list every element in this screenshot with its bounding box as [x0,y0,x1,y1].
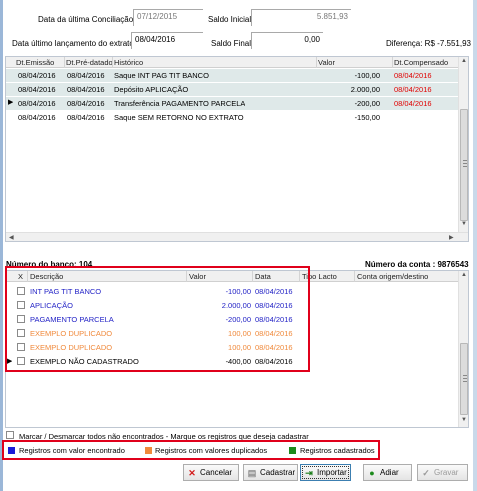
close-icon: ✕ [188,467,196,478]
col-dt-compensado[interactable]: Dt.Compensado [394,58,448,67]
lancamentos-vscroll[interactable]: ▲ ▼ [458,57,468,232]
cancelar-label: Cancelar [200,468,233,477]
cell-compensado: 08/04/2016 [394,71,432,80]
saldo-final-field[interactable]: 0,00 [251,32,323,49]
legend-label-cadastrados: Registros cadastrados [300,446,375,455]
clock-icon: ● [369,467,375,478]
gravar-button[interactable]: ✓ Gravar [417,464,468,481]
cell-valor: 2.000,00 [350,85,380,94]
cadastrar-label: Cadastrar [260,468,296,477]
extrato-vscroll[interactable]: ▲ ▼ [458,271,468,427]
scroll-left-icon[interactable]: ◀ [9,234,14,241]
current-row-indicator-icon: ▶ [8,99,14,106]
scroll-up-icon[interactable]: ▲ [461,58,467,64]
cell-historico: Saque SEM RETORNO NO EXTRATO [114,113,244,122]
legend-label-duplicados: Registros com valores duplicados [155,446,268,455]
legend-swatch-green [289,447,296,454]
importar-button[interactable]: ⇥ Importar [300,464,351,481]
scroll-down-icon[interactable]: ▼ [461,417,467,423]
adiar-button[interactable]: ● Adiar [363,464,412,481]
lancamento-row[interactable]: 08/04/2016 08/04/2016 Saque INT PAG TIT BA… [6,69,458,82]
lancamentos-header: Dt.Emissão Dt.Pré-datado Histórico Valor… [6,57,458,68]
lancamento-row[interactable]: ▶ 08/04/2016 08/04/2016 Transferência PAGAM… [6,97,458,110]
col-historico[interactable]: Histórico [114,58,143,67]
diferenca-label: Diferença: R$ -7.551,93 [386,39,471,48]
cadastrar-button[interactable]: ▤ Cadastrar [243,464,298,481]
cancelar-button[interactable]: ✕ Cancelar [183,464,239,481]
col-dt-emissao[interactable]: Dt.Emissão [16,58,54,67]
check-icon: ✓ [422,467,430,478]
cell-predatado: 08/04/2016 [67,85,105,94]
scroll-up-icon[interactable]: ▲ [461,272,467,278]
legend-swatch-orange [145,447,152,454]
saldo-inicial-label: Saldo Inicial: [208,15,254,24]
cell-emissao: 08/04/2016 [18,85,56,94]
data-ultimo-lancamento-field[interactable]: 08/04/2016 [131,32,203,49]
import-icon: ⇥ [305,467,313,478]
diferenca-value: -7.551,93 [437,39,471,48]
cell-predatado: 08/04/2016 [67,99,105,108]
cell-valor: -150,00 [354,113,380,122]
col-dt-predatado[interactable]: Dt.Pré-datado [66,58,113,67]
col-conta-origem-destino[interactable]: Conta origem/destino [357,272,428,281]
cell-compensado: 08/04/2016 [394,99,432,108]
cell-compensado: 08/04/2016 [394,85,432,94]
importar-label: Importar [317,468,347,477]
legend-label-encontrado: Registros com valor encontrado [19,446,125,455]
cell-historico: Depósito APLICAÇÃO [114,85,189,94]
data-ultima-conciliacao-label: Data da última Conciliação: [38,15,136,24]
scroll-down-icon[interactable]: ▼ [461,221,467,227]
window-right-border [473,0,477,491]
legend-swatch-blue [8,447,15,454]
lancamento-row[interactable]: 08/04/2016 08/04/2016 Depósito APLICAÇÃO 2.… [6,83,458,96]
highlight-box-registros [5,266,310,372]
cell-emissao: 08/04/2016 [18,113,56,122]
window-left-border [0,0,3,491]
scroll-right-icon[interactable]: ▶ [449,234,454,241]
lancamentos-hscroll[interactable]: ◀ ▶ [6,232,468,241]
diferenca-label-text: Diferença: R$ [386,39,435,48]
data-ultima-conciliacao-field[interactable]: 07/12/2015 [133,9,203,26]
adiar-label: Adiar [380,468,399,477]
lancamentos-grid[interactable]: Dt.Emissão Dt.Pré-datado Histórico Valor… [5,56,469,242]
data-ultimo-lancamento-label: Data último lançamento do extrato: [12,39,137,48]
cell-emissao: 08/04/2016 [18,99,56,108]
scroll-thumb[interactable] [460,343,468,415]
saldo-final-label: Saldo Final: [211,39,254,48]
marcar-todos-checkbox[interactable] [6,431,14,439]
cell-emissao: 08/04/2016 [18,71,56,80]
lancamento-row[interactable]: 08/04/2016 08/04/2016 Saque SEM RETORNO NO… [6,111,458,124]
document-icon: ▤ [247,467,257,478]
saldo-inicial-field[interactable]: 5.851,93 [251,9,351,26]
cell-valor: -100,00 [354,71,380,80]
cell-historico: Saque INT PAG TIT BANCO [114,71,209,80]
cell-historico: Transferência PAGAMENTO PARCELA [114,99,246,108]
scroll-thumb[interactable] [460,109,468,221]
numero-conta-label: Número da conta : 9876543 [365,260,469,269]
gravar-label: Gravar [434,468,459,477]
cell-predatado: 08/04/2016 [67,113,105,122]
col-valor[interactable]: Valor [318,58,335,67]
cell-valor: -200,00 [354,99,380,108]
cell-predatado: 08/04/2016 [67,71,105,80]
